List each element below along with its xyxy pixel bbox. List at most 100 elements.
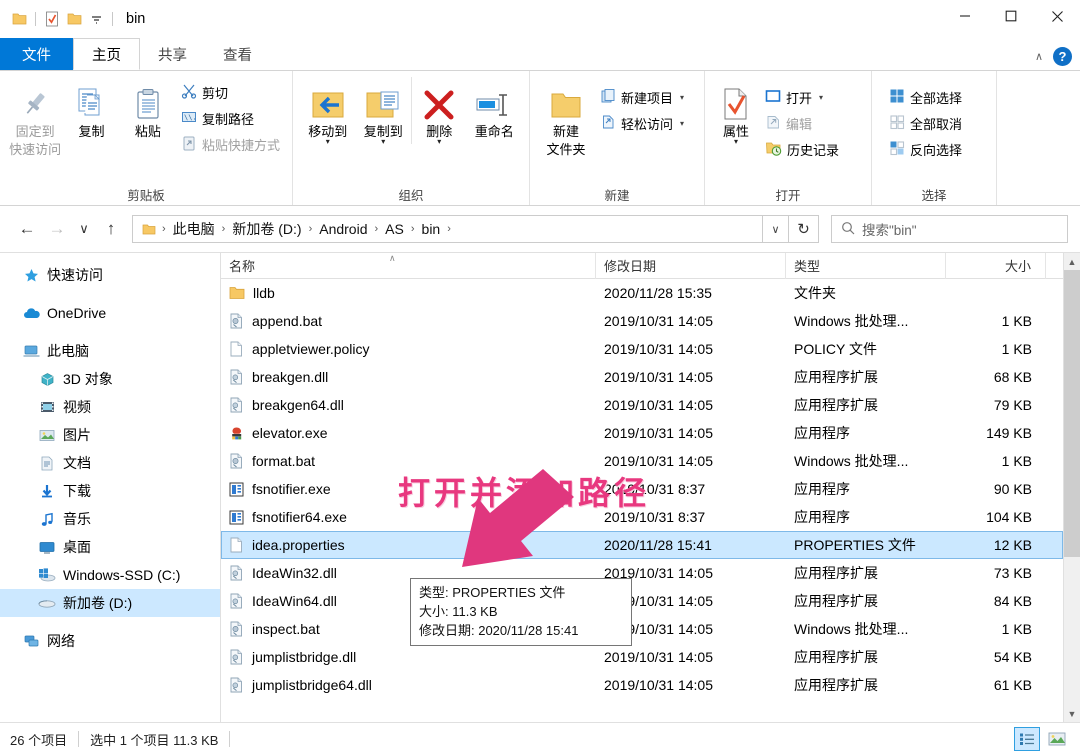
table-row[interactable]: format.bat2019/10/31 14:05Windows 批处理...… <box>221 447 1063 475</box>
open-button[interactable]: 打开 ▾ <box>760 85 844 110</box>
sidebar-item-onedrive[interactable]: OneDrive <box>0 299 220 327</box>
address-bar[interactable]: › 此电脑 › 新加卷 (D:) › Android › AS › bin › <box>132 215 763 243</box>
breadcrumb-item-3[interactable]: AS <box>382 221 407 237</box>
sidebar-item-network[interactable]: 网络 <box>0 627 220 655</box>
pin-icon <box>18 81 52 121</box>
chevron-down-icon[interactable]: ▾ <box>734 139 738 144</box>
properties-check-icon[interactable] <box>41 8 63 30</box>
tab-file[interactable]: 文件 <box>0 38 73 70</box>
paste-button[interactable]: 粘贴 <box>120 77 176 139</box>
copy-button[interactable]: 复制 <box>63 77 119 139</box>
pin-to-quick-access-button[interactable]: 固定到 快速访问 <box>7 77 63 157</box>
table-row[interactable]: jumplistbridge64.dll2019/10/31 14:05应用程序… <box>221 671 1063 699</box>
table-row[interactable]: IdeaWin32.dll2019/10/31 14:05应用程序扩展73 KB <box>221 559 1063 587</box>
delete-button[interactable]: 删除 ▾ <box>411 77 467 144</box>
easy-access-button[interactable]: 轻松访问 ▾ <box>595 111 689 136</box>
ribbon-tabs[interactable]: 文件 主页 共享 查看 ∧ ? <box>0 38 1080 70</box>
up-button[interactable]: ↑ <box>96 214 126 244</box>
new-folder-button[interactable]: 新建 文件夹 <box>537 77 595 157</box>
table-row[interactable]: fsnotifier64.exe2019/10/31 8:37应用程序104 K… <box>221 503 1063 531</box>
address-dropdown-button[interactable]: ∨ <box>763 215 789 243</box>
table-row[interactable]: idea.properties2020/11/28 15:41PROPERTIE… <box>221 531 1063 559</box>
breadcrumb-item-0[interactable]: 此电脑 <box>170 219 218 239</box>
scrollbar-track[interactable] <box>1064 270 1080 705</box>
sidebar-item-new-volume-d[interactable]: 新加卷 (D:) <box>0 589 220 617</box>
cut-button[interactable]: 剪切 <box>176 80 285 105</box>
sidebar-item-windows-ssd[interactable]: Windows-SSD (C:) <box>0 561 220 589</box>
table-row[interactable]: jumplistbridge.dll2019/10/31 14:05应用程序扩展… <box>221 643 1063 671</box>
tab-share[interactable]: 共享 <box>140 38 205 70</box>
edit-button[interactable]: 编辑 <box>760 111 844 136</box>
window-controls[interactable] <box>942 0 1080 32</box>
tab-view[interactable]: 查看 <box>205 38 270 70</box>
chevron-down-icon[interactable]: ▾ <box>437 139 441 144</box>
properties-button[interactable]: 属性 ▾ <box>712 77 760 144</box>
maximize-button[interactable] <box>988 0 1034 32</box>
table-row[interactable]: breakgen64.dll2019/10/31 14:05应用程序扩展79 K… <box>221 391 1063 419</box>
rename-button[interactable]: 重命名 <box>467 77 522 139</box>
close-button[interactable] <box>1034 0 1080 32</box>
chevron-down-icon[interactable]: ▾ <box>819 93 823 102</box>
file-size-cell: 12 KB <box>946 537 1046 553</box>
breadcrumb-item-4[interactable]: bin <box>419 221 444 237</box>
table-row[interactable]: elevator.exe2019/10/31 14:05应用程序149 KB <box>221 419 1063 447</box>
sidebar-item-documents[interactable]: 文档 <box>0 449 220 477</box>
sidebar-item-3d-objects[interactable]: 3D 对象 <box>0 365 220 393</box>
search-input[interactable]: 搜索"bin" <box>862 219 917 239</box>
sidebar-item-this-pc[interactable]: 此电脑 <box>0 337 220 365</box>
sidebar-item-desktop[interactable]: 桌面 <box>0 533 220 561</box>
paste-shortcut-button[interactable]: 粘贴快捷方式 <box>176 132 285 157</box>
invert-selection-button[interactable]: 反向选择 <box>884 137 967 162</box>
sidebar-label: Windows-SSD (C:) <box>63 567 180 583</box>
chevron-down-icon[interactable]: ▾ <box>326 139 330 144</box>
refresh-button[interactable]: ↻ <box>789 215 819 243</box>
column-header-name[interactable]: 名称 <box>221 253 596 279</box>
column-header-date[interactable]: 修改日期 <box>596 253 786 279</box>
sidebar-item-quick-access[interactable]: 快速访问 <box>0 261 220 289</box>
table-row[interactable]: append.bat2019/10/31 14:05Windows 批处理...… <box>221 307 1063 335</box>
recent-locations-button[interactable]: ∨ <box>72 214 96 244</box>
table-row[interactable]: IdeaWin64.dll2019/10/31 14:05应用程序扩展84 KB <box>221 587 1063 615</box>
select-none-button[interactable]: 全部取消 <box>884 111 967 136</box>
sidebar-item-videos[interactable]: 视频 <box>0 393 220 421</box>
vertical-scrollbar[interactable]: ▲ ▼ <box>1063 253 1080 722</box>
table-row[interactable]: breakgen.dll2019/10/31 14:05应用程序扩展68 KB <box>221 363 1063 391</box>
chevron-down-icon[interactable]: ▾ <box>680 93 684 102</box>
copy-path-button[interactable]: \\.. 复制路径 <box>176 106 285 131</box>
sidebar-item-music[interactable]: 音乐 <box>0 505 220 533</box>
copy-to-button[interactable]: 复制到 ▾ <box>355 77 410 144</box>
table-row[interactable]: appletviewer.policy2019/10/31 14:05POLIC… <box>221 335 1063 363</box>
tab-home[interactable]: 主页 <box>73 38 140 70</box>
customize-dropdown-icon[interactable] <box>85 8 107 30</box>
column-header-type[interactable]: 类型 <box>786 253 946 279</box>
chevron-down-icon[interactable]: ▾ <box>680 119 684 128</box>
history-button[interactable]: 历史记录 <box>760 137 844 162</box>
large-icons-view-button[interactable] <box>1044 727 1070 751</box>
select-all-button[interactable]: 全部选择 <box>884 85 967 110</box>
details-view-button[interactable] <box>1014 727 1040 751</box>
column-header-size[interactable]: 大小 <box>946 253 1046 279</box>
minimize-button[interactable] <box>942 0 988 32</box>
quick-access-toolbar[interactable] <box>0 8 118 30</box>
table-row[interactable]: lldb2020/11/28 15:35文件夹 <box>221 279 1063 307</box>
scrollbar-thumb[interactable] <box>1064 270 1080 557</box>
scroll-up-icon[interactable]: ▲ <box>1064 253 1080 270</box>
table-row[interactable]: inspect.bat2019/10/31 14:05Windows 批处理..… <box>221 615 1063 643</box>
collapse-ribbon-icon[interactable]: ∧ <box>1035 50 1043 63</box>
scroll-down-icon[interactable]: ▼ <box>1064 705 1080 722</box>
new-item-button[interactable]: 新建项目 ▾ <box>595 85 689 110</box>
move-to-button[interactable]: 移动到 ▾ <box>300 77 355 144</box>
forward-button[interactable]: → <box>42 214 72 244</box>
back-button[interactable]: ← <box>12 214 42 244</box>
breadcrumb-item-2[interactable]: Android <box>316 221 370 237</box>
breadcrumb-item-1[interactable]: 新加卷 (D:) <box>229 219 304 239</box>
sidebar-item-downloads[interactable]: 下载 <box>0 477 220 505</box>
table-row[interactable]: fsnotifier.exe2019/10/31 8:37应用程序90 KB <box>221 475 1063 503</box>
help-icon[interactable]: ? <box>1053 47 1072 66</box>
ribbon-controls[interactable]: ∧ ? <box>1035 47 1072 66</box>
sidebar-item-pictures[interactable]: 图片 <box>0 421 220 449</box>
chevron-down-icon[interactable]: ▾ <box>381 139 385 144</box>
new-folder-icon[interactable] <box>63 8 85 30</box>
view-buttons[interactable] <box>1014 727 1070 751</box>
search-box[interactable]: 搜索"bin" <box>831 215 1068 243</box>
